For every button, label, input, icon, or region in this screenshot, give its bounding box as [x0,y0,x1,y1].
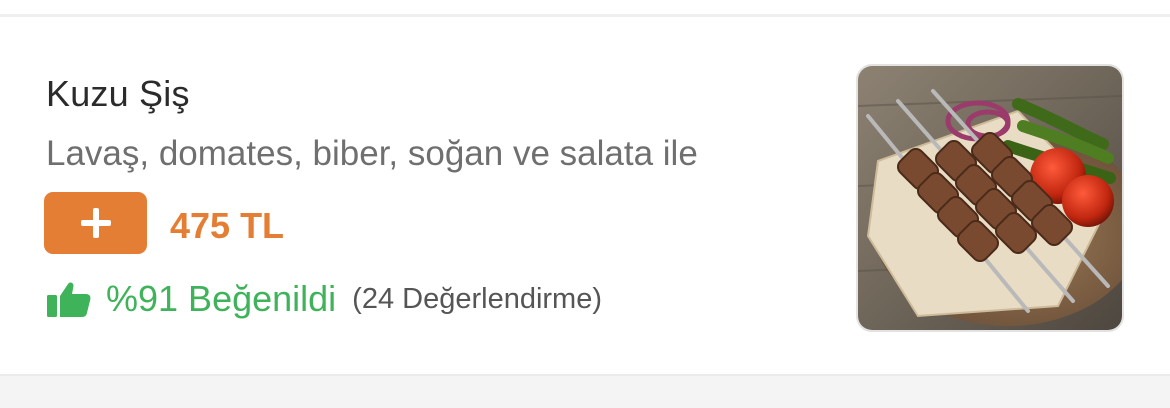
item-title: Kuzu Şiş [46,73,190,114]
item-price: 475 TL [170,205,285,246]
add-to-cart-button[interactable] [44,192,147,254]
rating-row: %91 Beğenildi (24 Değerlendirme) [46,278,602,319]
item-description: Lavaş, domates, biber, soğan ve salata i… [46,134,698,173]
thumbs-up-icon [47,282,91,317]
kebab-image [858,66,1122,330]
rating-percentage: %91 Beğenildi [106,278,337,319]
plus-icon [80,208,111,238]
menu-item-card[interactable]: Kuzu Şiş Lavaş, domates, biber, soğan ve… [0,17,1170,374]
rating-count: (24 Değerlendirme) [352,282,602,315]
bottom-separator [0,374,1170,408]
item-photo[interactable] [856,64,1124,332]
